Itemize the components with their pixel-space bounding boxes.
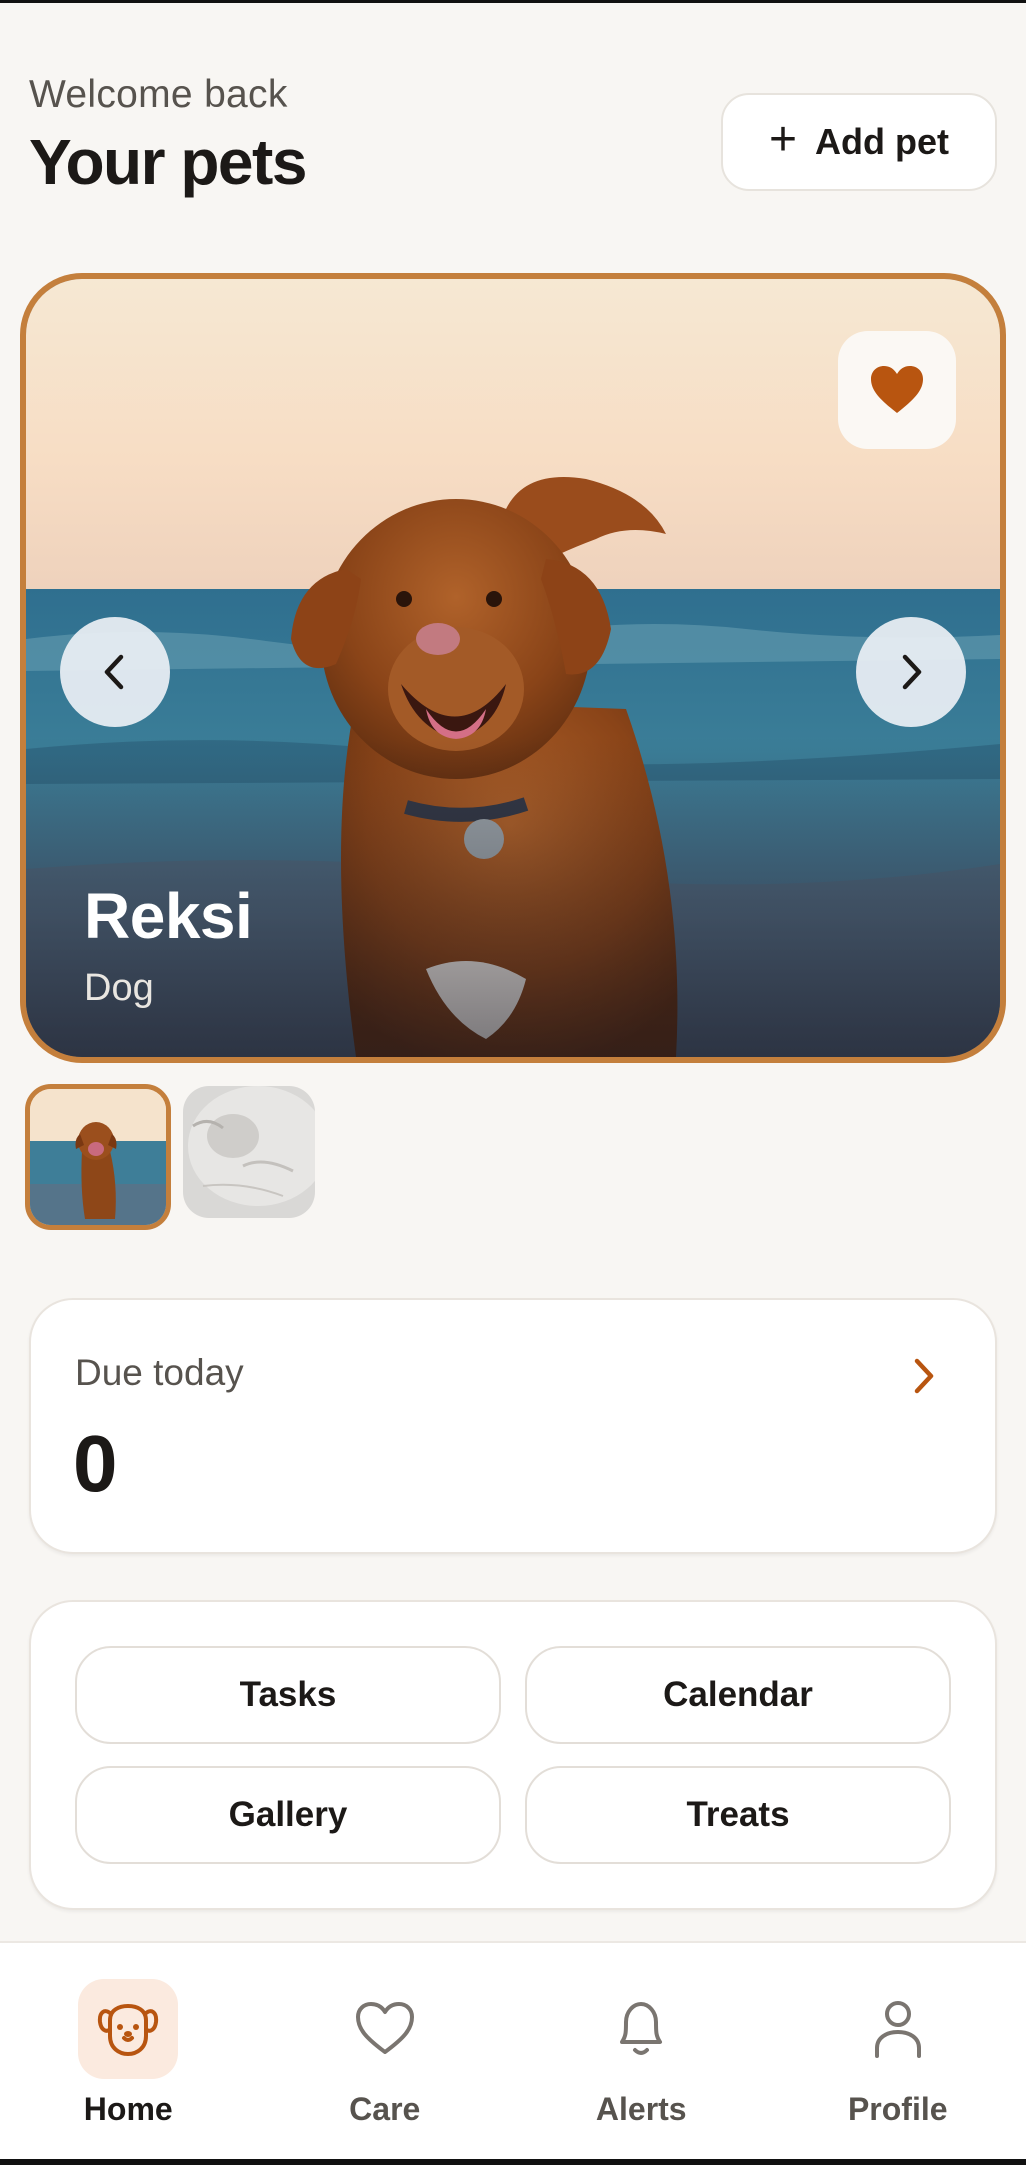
user-icon bbox=[874, 2001, 921, 2058]
screen-bottom-edge bbox=[0, 2159, 1026, 2165]
treats-button[interactable]: Treats bbox=[525, 1766, 951, 1864]
cat-thumbnail-image bbox=[183, 1086, 315, 1218]
pet-carousel-card[interactable]: Reksi Dog bbox=[20, 273, 1006, 1063]
home-tab-icon-bg bbox=[78, 1979, 179, 2079]
tab-care-label: Care bbox=[349, 2091, 421, 2127]
previous-pet-button[interactable] bbox=[60, 617, 170, 727]
tab-home[interactable]: Home bbox=[0, 1943, 257, 2165]
chevron-right-icon bbox=[902, 654, 922, 690]
heart-outline-icon bbox=[355, 2002, 414, 2054]
tab-alerts-label: Alerts bbox=[595, 2091, 687, 2127]
plus-icon: + bbox=[768, 113, 798, 166]
calendar-button[interactable]: Calendar bbox=[525, 1646, 951, 1744]
dog-thumbnail-image bbox=[30, 1089, 166, 1225]
next-pet-button[interactable] bbox=[856, 617, 966, 727]
pet-thumbnails bbox=[25, 1084, 315, 1230]
due-today-label: Due today bbox=[75, 1352, 244, 1393]
bell-icon bbox=[620, 2002, 663, 2055]
tab-profile-label: Profile bbox=[847, 2091, 948, 2127]
header: Welcome back Your pets bbox=[29, 73, 307, 199]
favorite-button[interactable] bbox=[838, 331, 956, 449]
tab-profile[interactable]: Profile bbox=[770, 1943, 1026, 2165]
chevron-right-icon bbox=[914, 1358, 934, 1394]
page-title: Your pets bbox=[29, 126, 307, 198]
care-tab-icon-wrap bbox=[335, 1979, 435, 2079]
quick-actions-card: Tasks Calendar Gallery Treats bbox=[29, 1600, 997, 1910]
tab-care[interactable]: Care bbox=[257, 1943, 514, 2165]
due-today-count: 0 bbox=[73, 1419, 118, 1508]
chevron-left-icon bbox=[104, 654, 124, 690]
pet-thumbnail-dog[interactable] bbox=[25, 1084, 171, 1230]
bottom-tab-bar: Home Care Alerts Profile bbox=[0, 1941, 1026, 2165]
gallery-button[interactable]: Gallery bbox=[75, 1766, 501, 1864]
alerts-tab-icon-wrap bbox=[591, 1979, 691, 2079]
dog-face-icon bbox=[98, 2004, 159, 2056]
tab-alerts[interactable]: Alerts bbox=[513, 1943, 770, 2165]
profile-tab-icon-wrap bbox=[848, 1979, 948, 2079]
due-today-card[interactable]: Due today 0 bbox=[29, 1298, 997, 1554]
pet-name: Reksi bbox=[84, 880, 253, 952]
tasks-button[interactable]: Tasks bbox=[75, 1646, 501, 1744]
welcome-text: Welcome back bbox=[29, 73, 288, 116]
heart-icon bbox=[871, 366, 923, 413]
pet-thumbnail-cat[interactable] bbox=[183, 1086, 315, 1218]
add-pet-label: Add pet bbox=[815, 121, 949, 162]
add-pet-button[interactable]: + Add pet bbox=[721, 93, 997, 191]
tab-home-label: Home bbox=[83, 2091, 173, 2127]
pet-type: Dog bbox=[84, 967, 154, 1009]
